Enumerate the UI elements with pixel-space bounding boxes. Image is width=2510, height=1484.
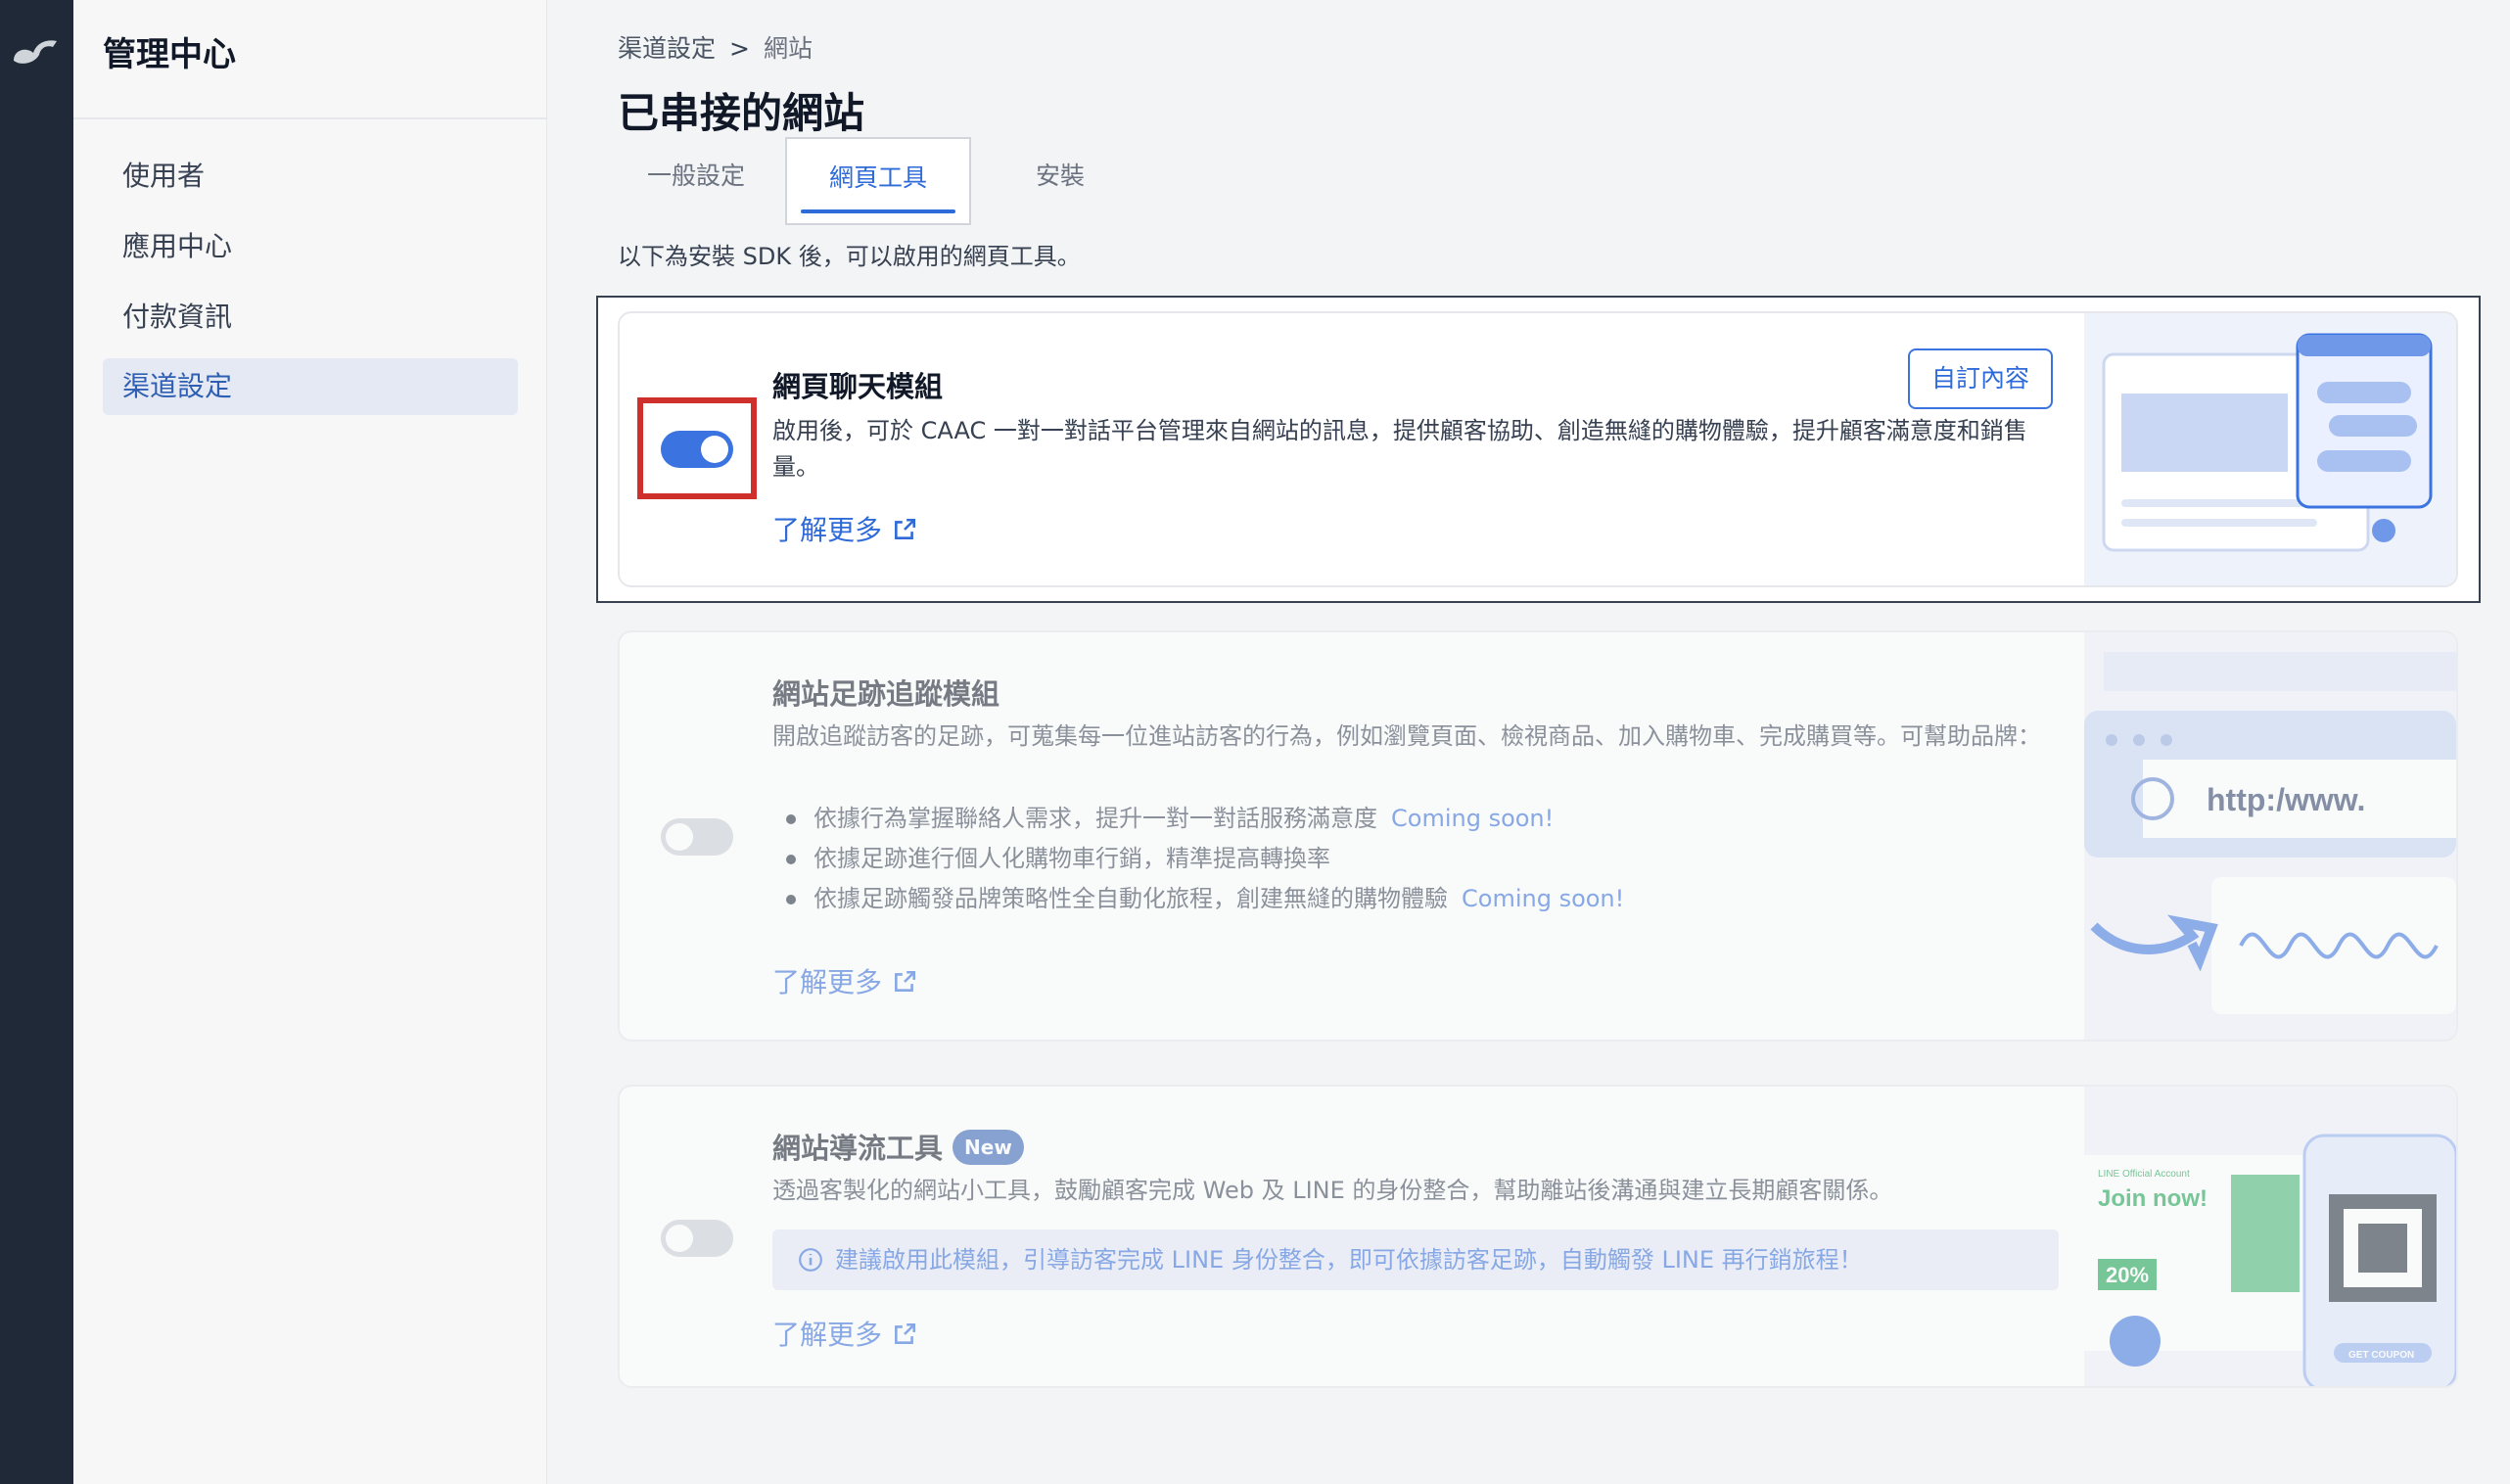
browser-illustration-graphic: http:/www. — [2084, 652, 2456, 1014]
card-title: 網站足跡追蹤模組 — [772, 677, 1000, 711]
tab-general-settings[interactable]: 一般設定 — [618, 137, 774, 225]
list-item-text: 依據足跡進行個人化購物車行銷，精準提高轉換率 — [813, 845, 1330, 872]
footprint-toggle[interactable] — [661, 818, 733, 856]
sidebar: 管理中心 使用者 應用中心 付款資訊 渠道設定 — [73, 0, 547, 1484]
breadcrumb-parent[interactable]: 渠道設定 — [618, 34, 716, 63]
chat-illustration-graphic — [2102, 333, 2433, 552]
sidebar-divider — [73, 117, 546, 119]
list-item: 依據行為掌握聯絡人需求，提升一對一對話服務滿意度 Coming soon! — [772, 799, 1624, 839]
tab-web-tools[interactable]: 網頁工具 — [785, 137, 971, 225]
external-link-icon — [895, 518, 916, 539]
sidebar-item-billing[interactable]: 付款資訊 — [103, 289, 518, 346]
chat-illustration — [2084, 313, 2456, 585]
breadcrumb-separator: > — [729, 34, 750, 63]
active-tab-indicator — [801, 209, 955, 213]
breadcrumb-current: 網站 — [763, 34, 813, 63]
breadcrumb: 渠道設定 > 網站 — [618, 29, 813, 65]
page-title: 已串接的網站 — [618, 89, 865, 137]
info-icon — [799, 1248, 822, 1272]
sidebar-item-users[interactable]: 使用者 — [103, 148, 518, 205]
card-description: 透過客製化的網站小工具，鼓勵顧客完成 Web 及 LINE 的身份整合，幫助離站… — [772, 1177, 1893, 1204]
url-illustration-text: http:/www. — [2207, 782, 2365, 817]
sidebar-item-app-center[interactable]: 應用中心 — [103, 218, 518, 275]
web-traffic-tool-card: 網站導流工具 New 透過客製化的網站小工具，鼓勵顧客完成 Web 及 LINE … — [618, 1085, 2458, 1388]
learn-more-label: 了解更多 — [772, 1319, 883, 1351]
coupon-illustration-graphic: LINE Official Account Join now! 20% GET … — [2084, 1134, 2456, 1386]
external-link-icon — [895, 970, 916, 992]
card-description: 開啟追蹤訪客的足跡，可蒐集每一位進站訪客的行為，例如瀏覽頁面、檢視商品、加入購物… — [772, 722, 2041, 750]
list-item: 依據足跡進行個人化購物車行銷，精準提高轉換率 — [772, 839, 1624, 879]
line-coupon-illustration: LINE Official Account Join now! 20% GET … — [2084, 1087, 2456, 1386]
intro-text: 以下為安裝 SDK 後，可以啟用的網頁工具。 — [618, 243, 1081, 270]
customize-content-button[interactable]: 自訂內容 — [1907, 348, 2053, 409]
tab-bar: 一般設定 網頁工具 安裝 — [618, 137, 1127, 225]
sidebar-item-channel-settings[interactable]: 渠道設定 — [103, 358, 518, 415]
card-title: 網站導流工具 — [772, 1132, 944, 1165]
coming-soon-tag: Coming soon! — [1391, 805, 1555, 832]
learn-more-label: 了解更多 — [772, 514, 883, 546]
web-chat-toggle[interactable] — [661, 431, 733, 468]
learn-more-link[interactable]: 了解更多 — [772, 509, 917, 548]
toggle-knob — [666, 1225, 693, 1252]
coming-soon-tag: Coming soon! — [1462, 885, 1625, 912]
learn-more-label: 了解更多 — [772, 966, 883, 998]
toggle-knob — [701, 436, 728, 463]
join-now-text: Join now! — [2098, 1185, 2208, 1212]
card-description: 啟用後，可於 CAAC 一對一對話平台管理來自網站的訊息，提供顧客協助、創造無縫… — [772, 417, 2027, 481]
brand-logo-icon[interactable] — [4, 27, 59, 70]
learn-more-link[interactable]: 了解更多 — [772, 961, 917, 1000]
web-chat-module-card: 網頁聊天模組 啟用後，可於 CAAC 一對一對話平台管理來自網站的訊息，提供顧客… — [618, 311, 2458, 587]
line-account-label: LINE Official Account — [2098, 1169, 2190, 1180]
list-item-text: 依據足跡觸發品牌策略性全自動化旅程，創建無縫的購物體驗 — [813, 885, 1448, 912]
list-item-text: 依據行為掌握聯絡人需求，提升一對一對話服務滿意度 — [813, 805, 1377, 832]
sidebar-title: 管理中心 — [103, 35, 236, 74]
card-title: 網頁聊天模組 — [772, 370, 944, 403]
get-coupon-text: GET COUPON — [2348, 1350, 2414, 1361]
app-rail — [0, 0, 73, 1484]
app-root: 管理中心 使用者 應用中心 付款資訊 渠道設定 渠道設定 > 網站 已串接的網站 一… — [0, 0, 2510, 1484]
web-footprint-module-card: 網站足跡追蹤模組 開啟追蹤訪客的足跡，可蒐集每一位進站訪客的行為，例如瀏覽頁面、… — [618, 630, 2458, 1042]
info-banner: 建議啟用此模組，引導訪客完成 LINE 身份整合，即可依據訪客足跡，自動觸發 L… — [772, 1229, 2059, 1290]
tab-install[interactable]: 安裝 — [982, 137, 1139, 225]
footprint-illustration: http:/www. — [2084, 632, 2456, 1040]
tab-web-tools-label: 網頁工具 — [828, 163, 927, 192]
list-item: 依據足跡觸發品牌策略性全自動化旅程，創建無縫的購物體驗 Coming soon! — [772, 879, 1624, 919]
new-badge: New — [953, 1130, 1024, 1165]
learn-more-link[interactable]: 了解更多 — [772, 1314, 917, 1353]
info-text: 建議啟用此模組，引導訪客完成 LINE 身份整合，即可依據訪客足跡，自動觸發 L… — [835, 1246, 1863, 1274]
toggle-knob — [666, 823, 693, 851]
card-title-row: 網站導流工具 New — [772, 1126, 1024, 1167]
benefit-list: 依據行為掌握聯絡人需求，提升一對一對話服務滿意度 Coming soon! 依據足… — [772, 799, 1624, 919]
main-content: 渠道設定 > 網站 已串接的網站 一般設定 網頁工具 安裝 以下為安裝 SDK 後，… — [547, 0, 2510, 1484]
external-link-icon — [895, 1322, 916, 1344]
discount-text: 20% — [2106, 1263, 2149, 1287]
traffic-tool-toggle[interactable] — [661, 1220, 733, 1257]
